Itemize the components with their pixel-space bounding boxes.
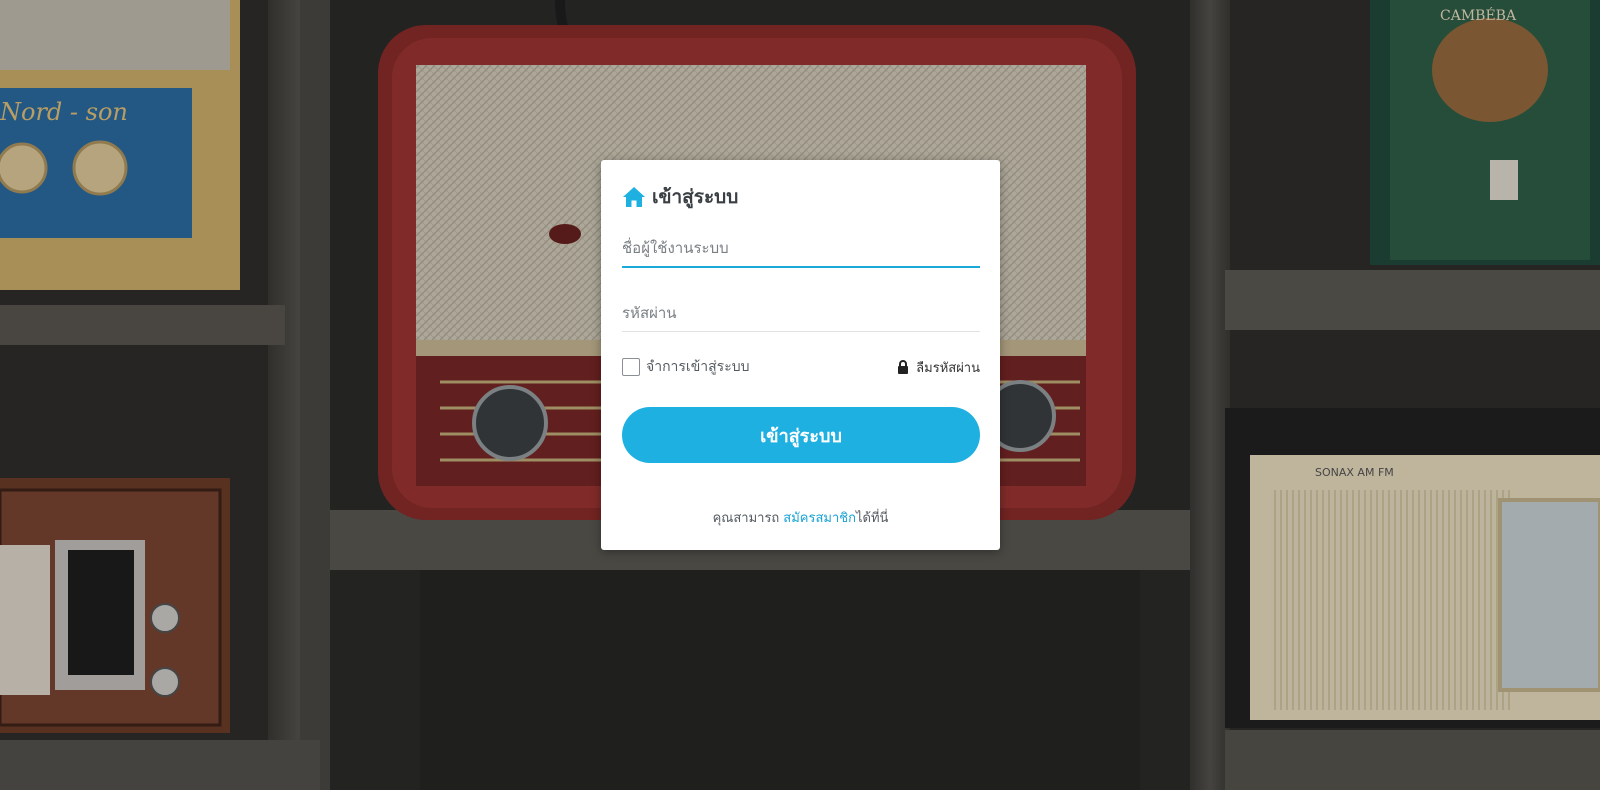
login-title-text: เข้าสู่ระบบ [652,186,739,208]
login-title: เข้าสู่ระบบ [622,182,738,212]
remember-label: จำการเข้าสู่ระบบ [646,359,750,375]
login-card: เข้าสู่ระบบ จำการเข้าสู่ระบบ ลืมรหัสผ่าน… [601,160,1000,550]
remember-checkbox[interactable] [622,358,640,376]
home-icon [623,187,645,207]
signup-link[interactable]: สมัครสมาชิก [783,511,856,526]
password-input[interactable] [622,300,980,332]
signup-line: คุณสามารถ สมัครสมาชิกได้ที่นี่ [601,507,1000,528]
signup-suffix: ได้ที่นี่ [855,511,889,526]
options-row: จำการเข้าสู่ระบบ ลืมรหัสผ่าน [622,355,980,379]
forgot-password-link[interactable]: ลืมรหัสผ่าน [897,357,980,378]
username-input[interactable] [622,236,980,268]
signup-prefix: คุณสามารถ [712,511,780,526]
login-button[interactable]: เข้าสู่ระบบ [622,407,980,463]
forgot-password-label: ลืมรหัสผ่าน [916,360,980,376]
lock-icon [898,360,909,374]
remember-me[interactable]: จำการเข้าสู่ระบบ [622,356,750,378]
